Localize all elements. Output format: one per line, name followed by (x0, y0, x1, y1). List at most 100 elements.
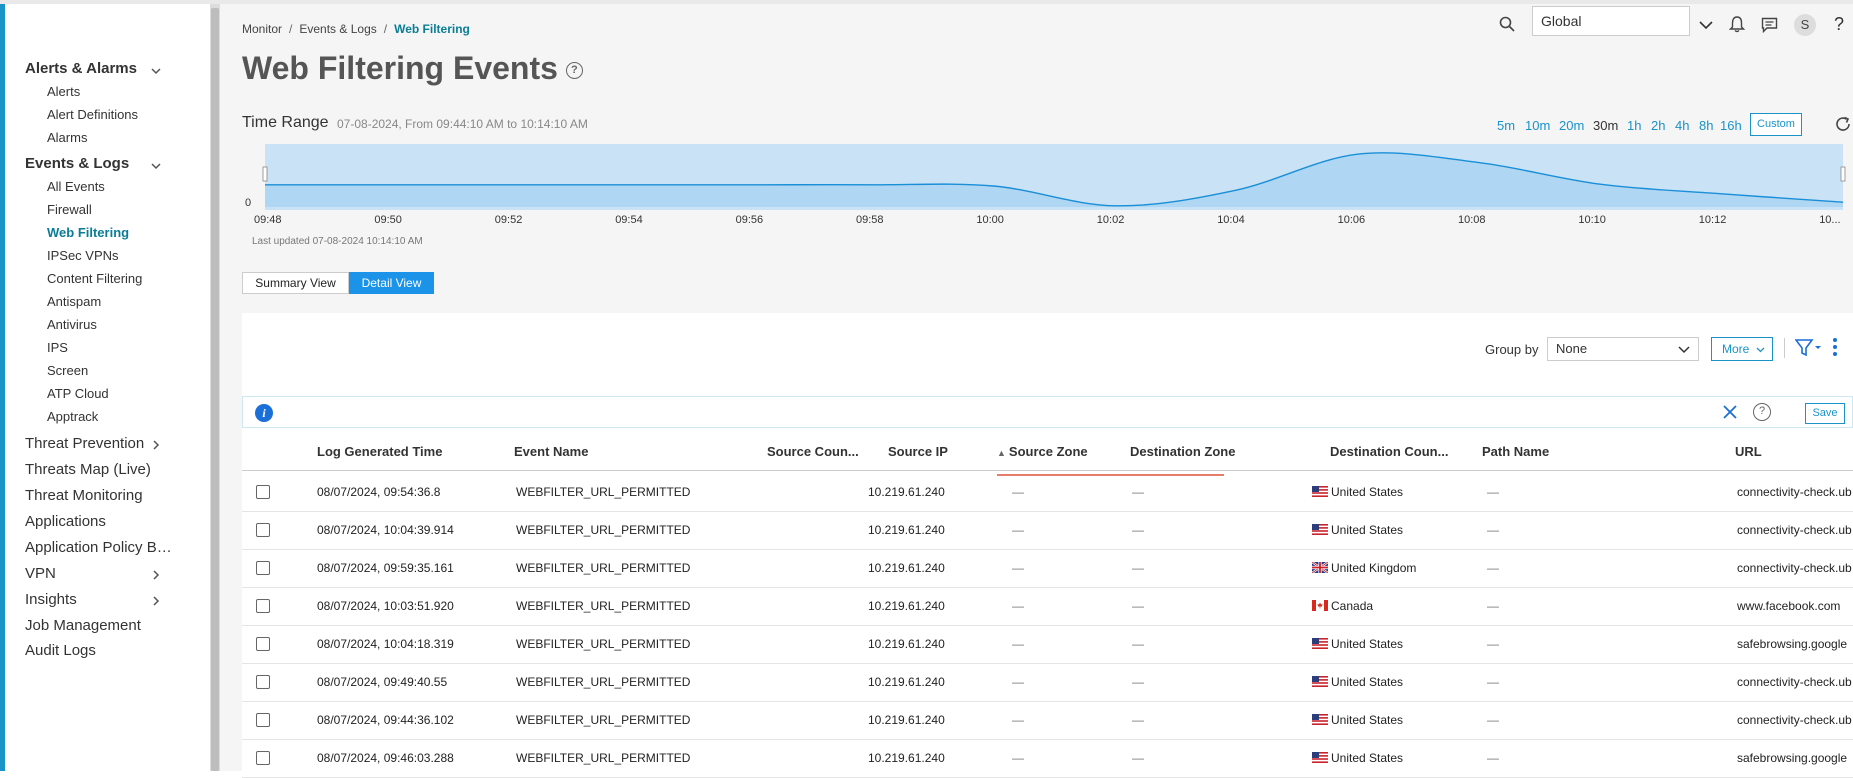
sidebar-item-audit-logs[interactable]: Audit Logs (25, 642, 96, 659)
row-checkbox[interactable] (256, 675, 270, 689)
refresh-icon[interactable] (1834, 115, 1852, 133)
sidebar-item-firewall[interactable]: Firewall (47, 202, 92, 217)
search-icon[interactable] (1499, 16, 1515, 32)
cell-url[interactable]: connectivity-check.ub (1737, 561, 1852, 575)
help-icon[interactable]: ? (1753, 403, 1771, 421)
detail-view-tab[interactable]: Detail View (349, 272, 434, 294)
breadcrumb-events-logs[interactable]: Events & Logs (299, 22, 376, 36)
summary-view-tab[interactable]: Summary View (242, 272, 349, 294)
sidebar-item-ips[interactable]: IPS (47, 340, 68, 355)
cell-destination-country: United States (1312, 637, 1403, 651)
sidebar-item-job-management[interactable]: Job Management (25, 617, 141, 634)
range-handle-right[interactable] (1840, 166, 1846, 182)
more-button[interactable]: More (1711, 337, 1773, 361)
sidebar-item-application-policy[interactable]: Application Policy B… (25, 539, 172, 556)
info-icon[interactable]: i (255, 404, 273, 422)
table-row[interactable]: 08/07/2024, 09:59:35.161 WEBFILTER_URL_PE… (242, 550, 1853, 588)
row-checkbox[interactable] (256, 523, 270, 537)
time-option-4h[interactable]: 4h (1675, 118, 1689, 133)
column-header-path-name[interactable]: Path Name (1482, 444, 1549, 459)
sidebar-item-atp-cloud[interactable]: ATP Cloud (47, 386, 109, 401)
group-by-select[interactable]: None (1547, 337, 1699, 361)
sidebar-scrollbar[interactable] (210, 4, 220, 771)
column-header-destination-country[interactable]: Destination Coun... (1330, 444, 1448, 459)
table-row[interactable]: 08/07/2024, 10:04:39.914 WEBFILTER_URL_PE… (242, 512, 1853, 550)
sidebar-item-web-filtering[interactable]: Web Filtering (47, 225, 129, 240)
row-checkbox[interactable] (256, 561, 270, 575)
row-checkbox[interactable] (256, 485, 270, 499)
sidebar-item-vpn[interactable]: VPN (25, 565, 56, 582)
column-header-log-time[interactable]: Log Generated Time (317, 444, 442, 459)
sidebar-item-all-events[interactable]: All Events (47, 179, 105, 194)
range-handle-left[interactable] (262, 166, 268, 182)
chevron-down-icon[interactable] (1699, 20, 1713, 30)
avatar[interactable]: S (1794, 14, 1816, 36)
time-option-20m[interactable]: 20m (1559, 118, 1584, 133)
cell-url[interactable]: connectivity-check.ub (1737, 713, 1852, 727)
row-checkbox[interactable] (256, 713, 270, 727)
sidebar-item-threat-monitoring[interactable]: Threat Monitoring (25, 487, 143, 504)
scope-selector[interactable]: Global (1532, 6, 1690, 36)
cell-url[interactable]: safebrowsing.google (1737, 751, 1847, 765)
column-header-url[interactable]: URL (1735, 444, 1762, 459)
chevron-right-icon[interactable] (151, 596, 161, 606)
sidebar-item-alarms[interactable]: Alarms (47, 130, 87, 145)
cell-url[interactable]: connectivity-check.ub (1737, 485, 1852, 499)
row-checkbox[interactable] (256, 751, 270, 765)
sidebar-item-antispam[interactable]: Antispam (47, 294, 101, 309)
time-option-5m[interactable]: 5m (1497, 118, 1515, 133)
cell-url[interactable]: connectivity-check.ub (1737, 523, 1852, 537)
column-header-event-name[interactable]: Event Name (514, 444, 588, 459)
sidebar-item-alerts[interactable]: Alerts (47, 84, 80, 99)
sidebar-item-ipsec-vpns[interactable]: IPSec VPNs (47, 248, 119, 263)
sidebar-item-apptrack[interactable]: Apptrack (47, 409, 98, 424)
custom-range-button[interactable]: Custom (1750, 113, 1802, 136)
row-checkbox[interactable] (256, 637, 270, 651)
sidebar-section-alerts-alarms[interactable]: Alerts & Alarms (25, 60, 137, 77)
table-row[interactable]: 08/07/2024, 09:54:36.8 WEBFILTER_URL_PERM… (242, 474, 1853, 512)
chevron-right-icon[interactable] (151, 570, 161, 580)
row-checkbox[interactable] (256, 599, 270, 613)
column-header-source-ip[interactable]: Source IP (888, 444, 948, 459)
table-row[interactable]: 08/07/2024, 10:03:51.920 WEBFILTER_URL_PE… (242, 588, 1853, 626)
column-header-destination-zone[interactable]: Destination Zone (1130, 444, 1235, 459)
sidebar-item-content-filtering[interactable]: Content Filtering (47, 271, 142, 286)
close-icon[interactable] (1722, 404, 1738, 420)
table-row[interactable]: 08/07/2024, 09:44:36.102 WEBFILTER_URL_PE… (242, 702, 1853, 740)
help-icon[interactable]: ? (565, 62, 583, 80)
cell-url[interactable]: safebrowsing.google (1737, 637, 1847, 651)
sidebar-item-screen[interactable]: Screen (47, 363, 88, 378)
table-row[interactable]: 08/07/2024, 09:49:40.55 WEBFILTER_URL_PER… (242, 664, 1853, 702)
x-tick-label: 09:58 (856, 214, 884, 226)
help-icon[interactable]: ? (1834, 14, 1844, 35)
breadcrumb-monitor[interactable]: Monitor (242, 22, 282, 36)
kebab-menu-icon[interactable] (1832, 337, 1838, 357)
sidebar-item-insights[interactable]: Insights (25, 591, 77, 608)
time-option-10m[interactable]: 10m (1525, 118, 1550, 133)
table-row[interactable]: 08/07/2024, 10:04:18.319 WEBFILTER_URL_PE… (242, 626, 1853, 664)
sidebar-item-applications[interactable]: Applications (25, 513, 106, 530)
bell-icon[interactable] (1729, 16, 1745, 33)
sidebar-item-threat-prevention[interactable]: Threat Prevention (25, 435, 144, 452)
chevron-down-icon[interactable] (151, 161, 161, 171)
column-header-source-zone[interactable]: ▲ Source Zone (997, 444, 1088, 459)
chat-icon[interactable] (1761, 17, 1778, 33)
timeline-area-chart[interactable] (262, 143, 1846, 211)
cell-url[interactable]: connectivity-check.ub (1737, 675, 1852, 689)
chevron-right-icon[interactable] (151, 440, 161, 450)
table-row[interactable]: 08/07/2024, 09:46:03.288 WEBFILTER_URL_PE… (242, 740, 1853, 778)
time-option-1h[interactable]: 1h (1627, 118, 1641, 133)
column-header-source-country[interactable]: Source Coun... (767, 444, 859, 459)
time-option-2h[interactable]: 2h (1651, 118, 1665, 133)
cell-url[interactable]: www.facebook.com (1737, 599, 1840, 613)
sidebar-item-antivirus[interactable]: Antivirus (47, 317, 97, 332)
save-button[interactable]: Save (1805, 403, 1845, 424)
time-option-16h[interactable]: 16h (1720, 118, 1742, 133)
sidebar-section-events-logs[interactable]: Events & Logs (25, 155, 129, 172)
sidebar-item-threats-map[interactable]: Threats Map (Live) (25, 461, 151, 478)
filter-icon[interactable] (1795, 338, 1821, 358)
sidebar-item-alert-definitions[interactable]: Alert Definitions (47, 107, 138, 122)
time-option-8h[interactable]: 8h (1699, 118, 1713, 133)
chevron-down-icon[interactable] (151, 66, 161, 76)
time-option-30m[interactable]: 30m (1593, 118, 1618, 133)
